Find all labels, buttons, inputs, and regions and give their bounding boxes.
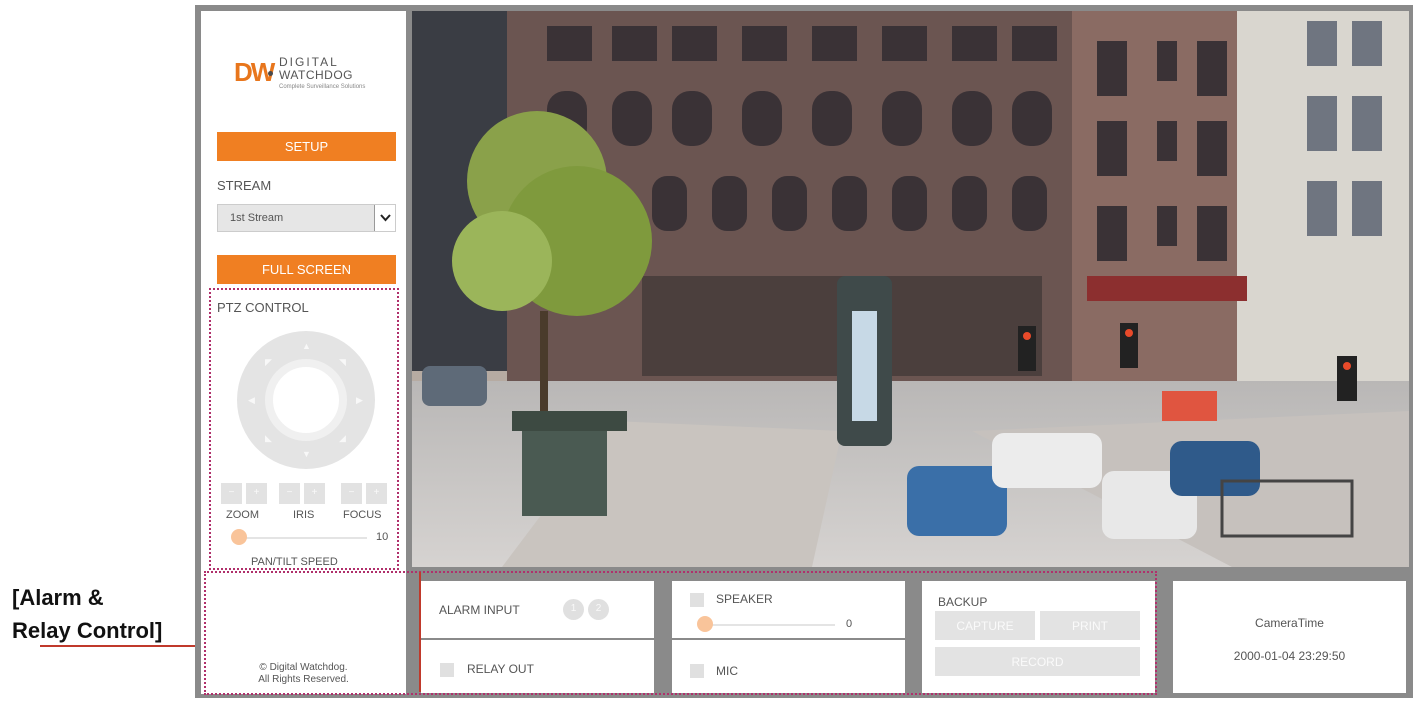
- iris-close-button[interactable]: −: [279, 483, 300, 504]
- stream-select[interactable]: 1st Stream: [217, 204, 396, 232]
- annotation-line2: Relay Control]: [12, 618, 163, 643]
- pan-tilt-speed-track[interactable]: [239, 537, 367, 539]
- brand-logo: DW DIGITAL WATCHDOG Complete Surveillanc…: [234, 55, 374, 97]
- full-screen-button[interactable]: FULL SCREEN: [217, 255, 396, 284]
- focus-far-button[interactable]: +: [366, 483, 387, 504]
- camera-time-value: 2000-01-04 23:29:50: [1233, 649, 1346, 663]
- callout-bracket: [419, 572, 421, 692]
- ptz-control-title: PTZ CONTROL: [217, 300, 309, 315]
- pan-tilt-speed-thumb[interactable]: [231, 529, 247, 545]
- arrow-up-left-icon[interactable]: ◤: [265, 357, 272, 368]
- street-scene-image: [412, 11, 1409, 567]
- arrow-right-icon[interactable]: ▶: [356, 395, 363, 406]
- alarm-relay-highlight: [204, 571, 1157, 695]
- logo-line2: WATCHDOG: [279, 68, 353, 82]
- annotation-label: [Alarm & Relay Control]: [12, 581, 162, 647]
- live-video-view[interactable]: [412, 11, 1409, 567]
- logo-dot: [268, 71, 273, 76]
- arrow-up-right-icon[interactable]: ◥: [339, 357, 346, 368]
- arrow-down-icon[interactable]: ▼: [302, 449, 311, 459]
- pan-tilt-speed-label: PAN/TILT SPEED: [251, 556, 338, 568]
- stream-label: STREAM: [217, 178, 272, 193]
- logo-line1: DIGITAL: [279, 55, 339, 69]
- annotation-line1: [Alarm &: [12, 585, 104, 610]
- stream-select-value: 1st Stream: [230, 212, 284, 224]
- setup-button[interactable]: SETUP: [217, 132, 396, 161]
- ptz-joystick[interactable]: ▲ ▼ ◀ ▶ ◤ ◥ ◣ ◢: [237, 331, 375, 469]
- pan-tilt-speed-value: 10: [376, 531, 389, 543]
- camera-time-title: CameraTime: [1255, 616, 1324, 630]
- focus-near-button[interactable]: −: [341, 483, 362, 504]
- zoom-label: ZOOM: [226, 509, 259, 521]
- arrow-down-right-icon[interactable]: ◢: [339, 433, 346, 444]
- zoom-in-button[interactable]: +: [246, 483, 267, 504]
- focus-label: FOCUS: [343, 509, 382, 521]
- chevron-down-icon[interactable]: [374, 205, 395, 231]
- logo-tagline: Complete Surveillance Solutions: [279, 84, 366, 90]
- zoom-out-button[interactable]: −: [221, 483, 242, 504]
- arrow-up-icon[interactable]: ▲: [302, 341, 311, 351]
- iris-label: IRIS: [293, 509, 315, 521]
- arrow-down-left-icon[interactable]: ◣: [265, 433, 272, 444]
- arrow-left-icon[interactable]: ◀: [248, 395, 255, 406]
- camera-time-panel: [1173, 581, 1406, 693]
- ptz-joystick-center[interactable]: [265, 359, 347, 441]
- iris-open-button[interactable]: +: [304, 483, 325, 504]
